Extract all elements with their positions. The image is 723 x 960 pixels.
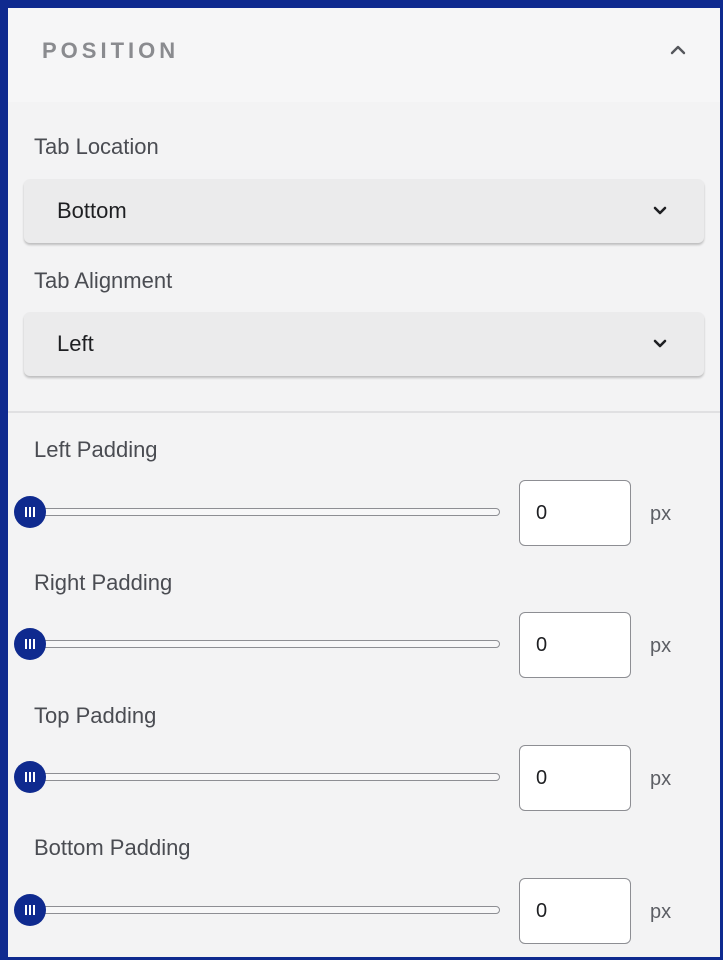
section-header[interactable]: POSITION — [8, 8, 720, 102]
left-padding-input[interactable] — [519, 480, 631, 546]
collapse-button[interactable] — [664, 36, 692, 64]
top-padding-input[interactable] — [519, 745, 631, 811]
top-padding-unit: px — [650, 768, 672, 790]
bottom-padding-slider-track[interactable] — [30, 906, 500, 914]
grip-icon — [25, 639, 35, 649]
left-padding-slider-track[interactable] — [30, 508, 500, 516]
tab-alignment-select[interactable]: Left — [24, 312, 704, 376]
bottom-padding-unit: px — [650, 901, 672, 923]
grip-icon — [25, 772, 35, 782]
top-padding-label: Top Padding — [34, 703, 157, 728]
position-panel: POSITION Tab Location Bottom Tab Alignme… — [0, 0, 723, 960]
grip-icon — [25, 507, 35, 517]
chevron-down-icon — [653, 339, 667, 348]
right-padding-unit: px — [650, 635, 672, 657]
grip-icon — [25, 905, 35, 915]
bottom-padding-label: Bottom Padding — [34, 835, 191, 860]
bottom-padding-slider-thumb[interactable] — [14, 894, 46, 926]
left-padding-label: Left Padding — [34, 437, 158, 462]
top-padding-slider-thumb[interactable] — [14, 761, 46, 793]
chevron-down-icon — [653, 206, 667, 215]
left-padding-unit: px — [650, 503, 672, 525]
right-padding-label: Right Padding — [34, 570, 173, 595]
section-title: POSITION — [42, 38, 180, 63]
right-padding-input[interactable] — [519, 612, 631, 678]
bottom-padding-input[interactable] — [519, 878, 631, 944]
chevron-up-icon — [670, 45, 686, 55]
right-padding-slider-track[interactable] — [30, 640, 500, 648]
tab-alignment-value: Left — [57, 331, 94, 356]
top-padding-slider-track[interactable] — [30, 773, 500, 781]
left-padding-slider-thumb[interactable] — [14, 496, 46, 528]
right-padding-slider-thumb[interactable] — [14, 628, 46, 660]
tab-alignment-label: Tab Alignment — [34, 268, 173, 293]
section-divider — [8, 411, 720, 413]
tab-location-value: Bottom — [57, 198, 127, 223]
tab-location-select[interactable]: Bottom — [24, 179, 704, 243]
tab-location-label: Tab Location — [34, 134, 159, 159]
